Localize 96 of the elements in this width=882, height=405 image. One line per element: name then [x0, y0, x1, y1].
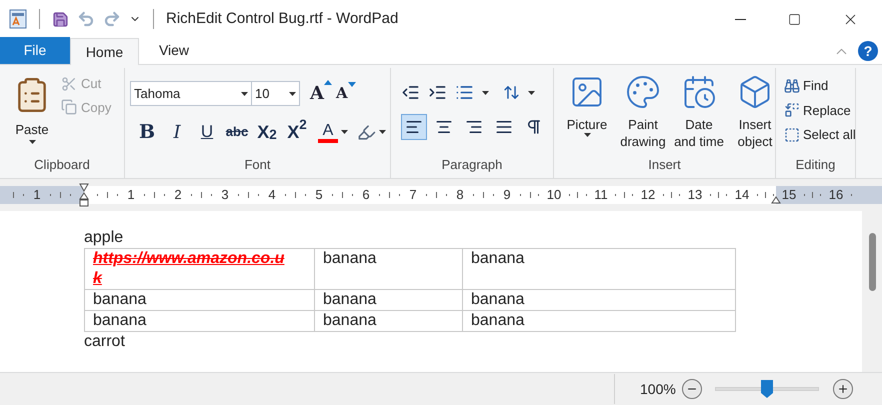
table-cell: banana: [471, 291, 524, 308]
sub-button[interactable]: X$_{2}$: [255, 119, 279, 145]
caret-icon[interactable]: [341, 130, 348, 134]
ruler-number: 4: [268, 186, 276, 204]
plus-icon: [836, 383, 849, 395]
find-button[interactable]: Find: [784, 76, 856, 96]
palette-icon: [625, 74, 661, 110]
binoculars-icon: [784, 78, 800, 94]
ruler-number: 15: [782, 186, 796, 204]
ruler-number: 1: [127, 186, 135, 204]
paste-button[interactable]: Paste: [9, 68, 55, 154]
table-cell: banana: [323, 312, 376, 329]
group-label: Clipboard: [33, 156, 91, 174]
group-label: Insert: [647, 156, 682, 174]
document-paragraph: apple: [84, 228, 124, 248]
caret-icon[interactable]: [289, 92, 296, 96]
ruler-number: 13: [688, 186, 702, 204]
ruler-number: 9: [503, 186, 511, 204]
minimize-icon: [734, 18, 746, 20]
underline-button[interactable]: U: [195, 119, 219, 145]
shrink-font-button[interactable]: A: [336, 82, 356, 105]
right-indent-marker[interactable]: [771, 196, 781, 204]
text-color-button[interactable]: A: [318, 122, 338, 142]
save-icon[interactable]: [52, 10, 69, 28]
select-all-icon: [784, 126, 800, 143]
justify-align-icon: [495, 118, 513, 136]
bold-button[interactable]: B: [135, 119, 159, 145]
line-spacing-icon[interactable]: [503, 84, 520, 101]
grow-font-button[interactable]: A: [310, 80, 332, 107]
group-label: Font: [243, 156, 272, 174]
caret-icon[interactable]: [379, 130, 386, 134]
ruler-number: 10: [546, 186, 562, 204]
ruler-number: 3: [221, 186, 229, 204]
zoom-slider[interactable]: [714, 380, 819, 398]
object-button[interactable]: Insert object: [730, 74, 780, 154]
indent-decrease-icon[interactable]: [401, 83, 420, 102]
table-cell: banana: [323, 291, 376, 308]
caret-icon[interactable]: [528, 90, 535, 94]
indent-increase-icon[interactable]: [428, 83, 447, 102]
center-align-icon: [435, 118, 453, 136]
font-size-field[interactable]: 10: [252, 81, 300, 106]
group-label: Editing: [794, 156, 836, 174]
replace-button[interactable]: Replace: [784, 100, 856, 120]
group-label: Paragraph: [440, 156, 504, 174]
zoom-level: 100%: [640, 380, 676, 398]
caret-icon[interactable]: [28, 140, 36, 144]
ruler-number: 5: [315, 186, 323, 204]
ruler-number: 2: [174, 186, 182, 204]
strike-button[interactable]: abc: [225, 119, 249, 145]
up-triangle-icon: [324, 80, 332, 85]
caret-icon[interactable]: [584, 133, 590, 137]
bullet-list-icon[interactable]: [455, 83, 474, 102]
ruler-number: 14: [734, 186, 750, 204]
file-tab[interactable]: File: [0, 37, 70, 64]
ruler-number: 16: [828, 186, 844, 204]
datetime-button[interactable]: Date and time: [674, 74, 724, 154]
highlighter-icon[interactable]: [357, 122, 376, 142]
window-title: RichEdit Control Bug.rtf - WordPad: [166, 8, 398, 29]
picture-button[interactable]: Picture: [562, 74, 612, 154]
table-cell: banana: [471, 312, 524, 329]
ruler-number: 11: [594, 186, 608, 204]
paint-button[interactable]: Paint drawing: [618, 74, 668, 154]
ruler-number: 6: [362, 186, 370, 204]
rtl-align-icon: [525, 118, 543, 136]
copy-icon: [61, 99, 77, 116]
table-cell: banana: [471, 250, 524, 267]
caret-icon[interactable]: [482, 90, 489, 94]
help-button[interactable]: ?: [858, 41, 878, 61]
sup-button[interactable]: X$^{2}$: [285, 119, 309, 145]
table-cell: banana: [93, 312, 146, 329]
right-align-icon: [465, 118, 483, 136]
scrollbar[interactable]: [862, 211, 882, 372]
scissors-icon: [61, 76, 77, 92]
table-cell: banana: [93, 291, 146, 308]
font-name-field[interactable]: Tahoma: [130, 81, 252, 106]
left-align-button[interactable]: [401, 114, 427, 140]
zoom-out-button[interactable]: [682, 379, 702, 399]
ruler-number: 8: [456, 186, 464, 204]
ruler-number: 7: [409, 186, 417, 204]
select-button[interactable]: Select all: [784, 125, 856, 144]
maximize-icon: [788, 12, 800, 26]
italic-button[interactable]: I: [165, 119, 189, 145]
ruler-number: 1: [33, 186, 41, 204]
document-paragraph: carrot: [84, 332, 126, 352]
replace-icon: [784, 102, 800, 118]
caret-icon[interactable]: [241, 92, 248, 96]
ribbon-tab[interactable]: View: [139, 37, 209, 64]
left-indent-marker[interactable]: [79, 183, 89, 207]
slider-thumb[interactable]: [760, 380, 773, 398]
left-align-icon: [405, 118, 423, 136]
ruler-number: 12: [640, 186, 656, 204]
table-cell: banana: [323, 250, 376, 267]
ribbon-tab[interactable]: Home: [70, 38, 139, 65]
down-triangle-icon: [348, 82, 356, 88]
zoom-in-button[interactable]: [832, 379, 853, 399]
app-icon[interactable]: [9, 9, 27, 29]
